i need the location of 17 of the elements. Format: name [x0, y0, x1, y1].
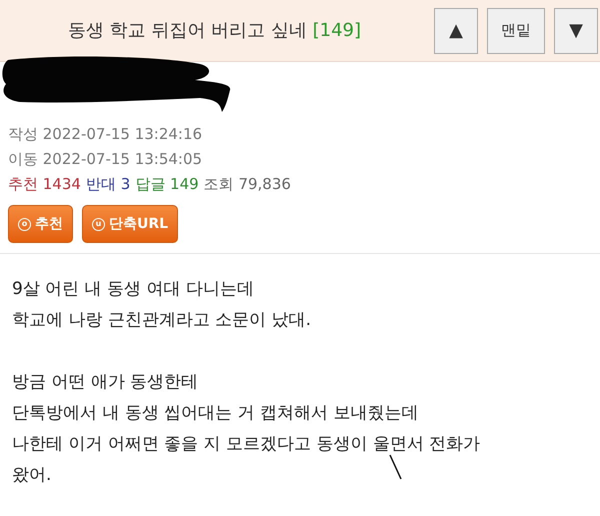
post-title: 동생 학교 뒤집어 버리고 싶네 [149]	[67, 19, 362, 43]
written-time: 작성 2022-07-15 13:24:16	[8, 124, 204, 145]
body-text-line: 단톡방에서 내 동생 씹어대는 거 캡쳐해서 보내줬는데	[12, 402, 418, 425]
body-text-line: 학교에 나랑 근친관계라고 소문이 났대.	[12, 309, 312, 332]
body-text-line: 나한테 이거 어쩌면 좋을 지 모르겠다고 동생이 울면서 전화가	[12, 433, 480, 456]
body-text-line: 9살 어린 내 동생 여대 다니는데	[12, 278, 254, 301]
scroll-down-button[interactable]: ▼	[554, 8, 598, 54]
body-text-line: 방금 어떤 애가 동생한테	[12, 371, 198, 394]
stat-text: 조회 79,836	[204, 174, 291, 195]
stat-text: 답글 149	[135, 174, 199, 195]
bottom-button[interactable]: 맨밑	[487, 8, 545, 54]
stat-text: 반대 3	[86, 174, 130, 195]
stat-text: 추천 1434	[8, 174, 81, 195]
pen-stroke	[388, 453, 404, 481]
scroll-up-button[interactable]: ▲	[434, 8, 478, 54]
moved-time: 이동 2022-07-15 13:54:05	[8, 149, 204, 170]
body-text-line: 왔어.	[12, 464, 52, 487]
